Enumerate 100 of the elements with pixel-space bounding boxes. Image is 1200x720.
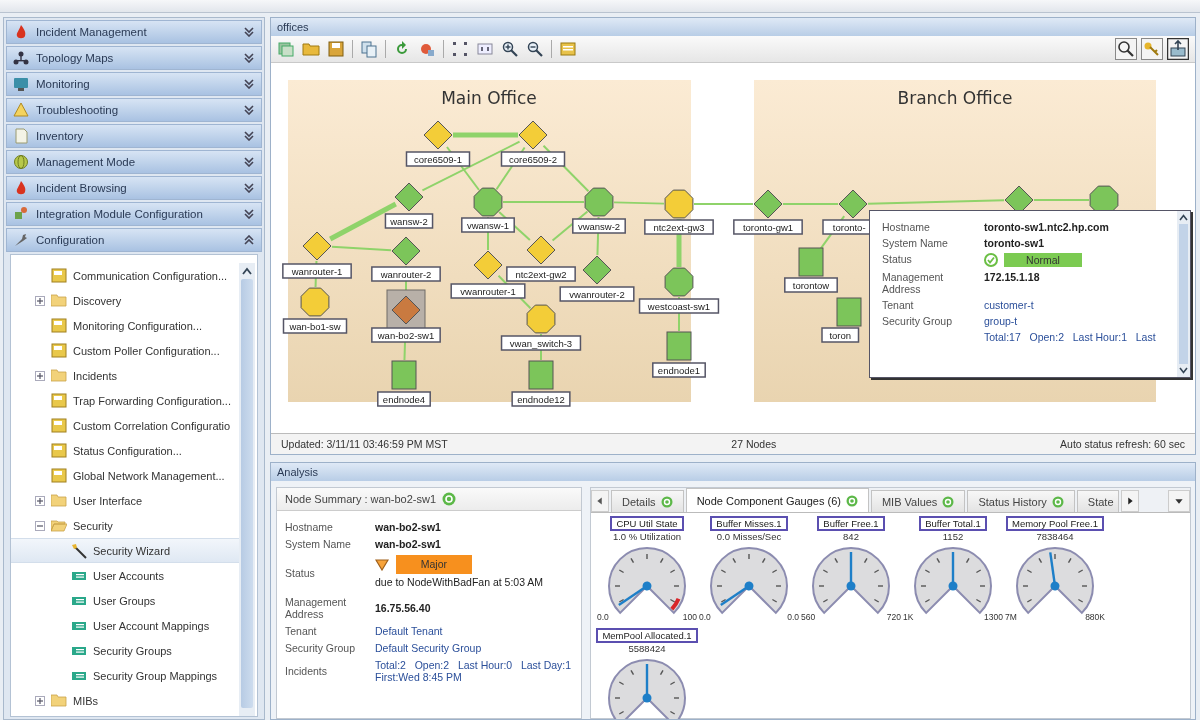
diamond-node[interactable] — [753, 189, 783, 219]
tree-item[interactable]: User Interface — [11, 488, 239, 513]
field-label: Hostname — [882, 221, 931, 233]
accordion-header[interactable]: Inventory — [6, 124, 262, 148]
warning-icon — [13, 102, 29, 118]
refresh-icon[interactable] — [1051, 495, 1064, 508]
tree-item[interactable]: Custom Poller Configuration... — [11, 338, 239, 363]
document-icon — [51, 343, 67, 358]
tree-item[interactable]: MIBs — [11, 688, 239, 713]
scroll-right-icon[interactable] — [1120, 490, 1139, 512]
square-node[interactable] — [391, 360, 417, 390]
diamond-node[interactable] — [518, 120, 548, 150]
tree-item[interactable]: Status Configuration... — [11, 438, 239, 463]
accordion-header[interactable]: Incident Management — [6, 20, 262, 44]
diamond-node[interactable] — [391, 236, 421, 266]
field-link[interactable]: Default Security Group — [375, 642, 573, 654]
expand-box-icon[interactable] — [35, 495, 45, 506]
tree-item[interactable]: Custom Correlation Configuratio — [11, 413, 239, 438]
expand-box-icon[interactable] — [35, 295, 45, 306]
collapse-box-icon[interactable] — [35, 520, 45, 531]
expand-box-icon[interactable] — [35, 695, 45, 706]
node-label: vwanrouter-2 — [559, 286, 635, 302]
status-badge: Major — [395, 555, 472, 574]
tree-item[interactable]: Discovery — [11, 288, 239, 313]
scroll-thumb[interactable] — [1179, 224, 1188, 364]
scroll-thumb[interactable] — [241, 279, 253, 708]
tree-item[interactable]: Security Groups — [11, 638, 239, 663]
field-label: Status — [882, 253, 913, 267]
accordion-header[interactable]: Monitoring — [6, 72, 262, 96]
zoom-in-icon[interactable] — [501, 40, 519, 58]
expand-box-icon[interactable] — [35, 370, 45, 381]
tree-item[interactable]: Security — [11, 513, 239, 538]
refresh-icon[interactable] — [660, 495, 673, 508]
tree-item[interactable]: Trap Forwarding Configuration... — [11, 388, 239, 413]
accordion-header[interactable]: Management Mode — [6, 150, 262, 174]
square-node[interactable] — [836, 297, 862, 327]
tab[interactable]: Status History — [967, 490, 1075, 512]
square-node[interactable] — [528, 360, 554, 390]
diamond-node[interactable] — [423, 120, 453, 150]
tree-item[interactable]: Global Network Management... — [11, 463, 239, 488]
scale-min: 560 — [801, 612, 816, 622]
gauge-reading: 1152 — [942, 531, 964, 542]
field-link[interactable]: group-t — [984, 315, 1177, 327]
refresh-icon[interactable] — [442, 492, 456, 506]
node-label: core6509-2 — [500, 151, 566, 167]
tree-item[interactable]: Security Wizard — [11, 538, 239, 563]
field-value: wan-bo2-sw1 — [375, 521, 442, 533]
tree-item[interactable]: Security Group Mappings — [11, 663, 239, 688]
field-link[interactable]: Total:17 Open:2 Last Hour:1 Last — [984, 331, 1177, 343]
diamond-node[interactable] — [838, 189, 868, 219]
document-icon — [51, 443, 67, 458]
square-node[interactable] — [666, 331, 692, 361]
zoom-out-icon[interactable] — [526, 40, 544, 58]
refresh-icon[interactable] — [942, 495, 955, 508]
accordion-header[interactable]: Configuration — [6, 228, 262, 252]
tab[interactable]: State — [1076, 490, 1119, 512]
export-icon[interactable] — [1167, 38, 1189, 60]
diamond-node[interactable] — [473, 250, 503, 280]
field-link[interactable]: Default Tenant — [375, 625, 573, 637]
tab[interactable]: Details — [611, 490, 684, 512]
note-icon[interactable] — [559, 40, 577, 58]
search-icon[interactable] — [1115, 38, 1137, 60]
scale-max: 0.0 — [787, 612, 799, 622]
tree-item[interactable]: Monitoring Configuration... — [11, 313, 239, 338]
accordion-header[interactable]: Troubleshooting — [6, 98, 262, 122]
dropdown-icon[interactable] — [1168, 490, 1190, 512]
accordion-header[interactable]: Topology Maps — [6, 46, 262, 70]
tree-item[interactable]: Communication Configuration... — [11, 263, 239, 288]
scale-max: 1300 — [984, 612, 1003, 622]
scrollbar[interactable] — [239, 263, 255, 716]
diamond-node[interactable] — [302, 231, 332, 261]
accordion-header[interactable]: Integration Module Configuration — [6, 202, 262, 226]
gauge-title: Buffer Total.1 — [919, 516, 987, 531]
network-icon — [13, 50, 29, 66]
tree-item[interactable]: User Account Mappings — [11, 613, 239, 638]
field-link[interactable]: Total:2 Open:2 Last Hour:0 Last Day:1 First:Wed 8:45 PM — [375, 659, 573, 683]
diamond-node[interactable] — [526, 235, 556, 265]
accordion-header[interactable]: Incident Browsing — [6, 176, 262, 200]
tree-item[interactable]: User Accounts — [11, 563, 239, 588]
tab[interactable]: Node Component Gauges (6) — [685, 488, 869, 512]
link-line — [1033, 199, 1090, 201]
copy-icon[interactable] — [360, 40, 378, 58]
refresh-icon[interactable] — [845, 494, 858, 507]
tree-item[interactable]: Incidents — [11, 363, 239, 388]
diamond-node[interactable] — [391, 295, 421, 325]
diamond-node[interactable] — [394, 182, 424, 212]
square-node[interactable] — [798, 247, 824, 277]
list-icon — [71, 594, 87, 607]
tree-item[interactable]: User Groups — [11, 588, 239, 613]
scroll-left-icon[interactable] — [591, 490, 609, 512]
diamond-node[interactable] — [582, 255, 612, 285]
scroll-up-icon[interactable] — [1179, 214, 1188, 221]
folder-icon[interactable] — [302, 40, 320, 58]
scrollbar[interactable] — [1177, 211, 1190, 377]
field-link[interactable]: customer-t — [984, 299, 1177, 311]
node-label: toron — [821, 327, 860, 343]
tab[interactable]: MIB Values — [870, 490, 966, 512]
scroll-up-icon[interactable] — [242, 267, 252, 275]
layout-icon[interactable] — [277, 40, 295, 58]
scroll-down-icon[interactable] — [1179, 367, 1188, 374]
